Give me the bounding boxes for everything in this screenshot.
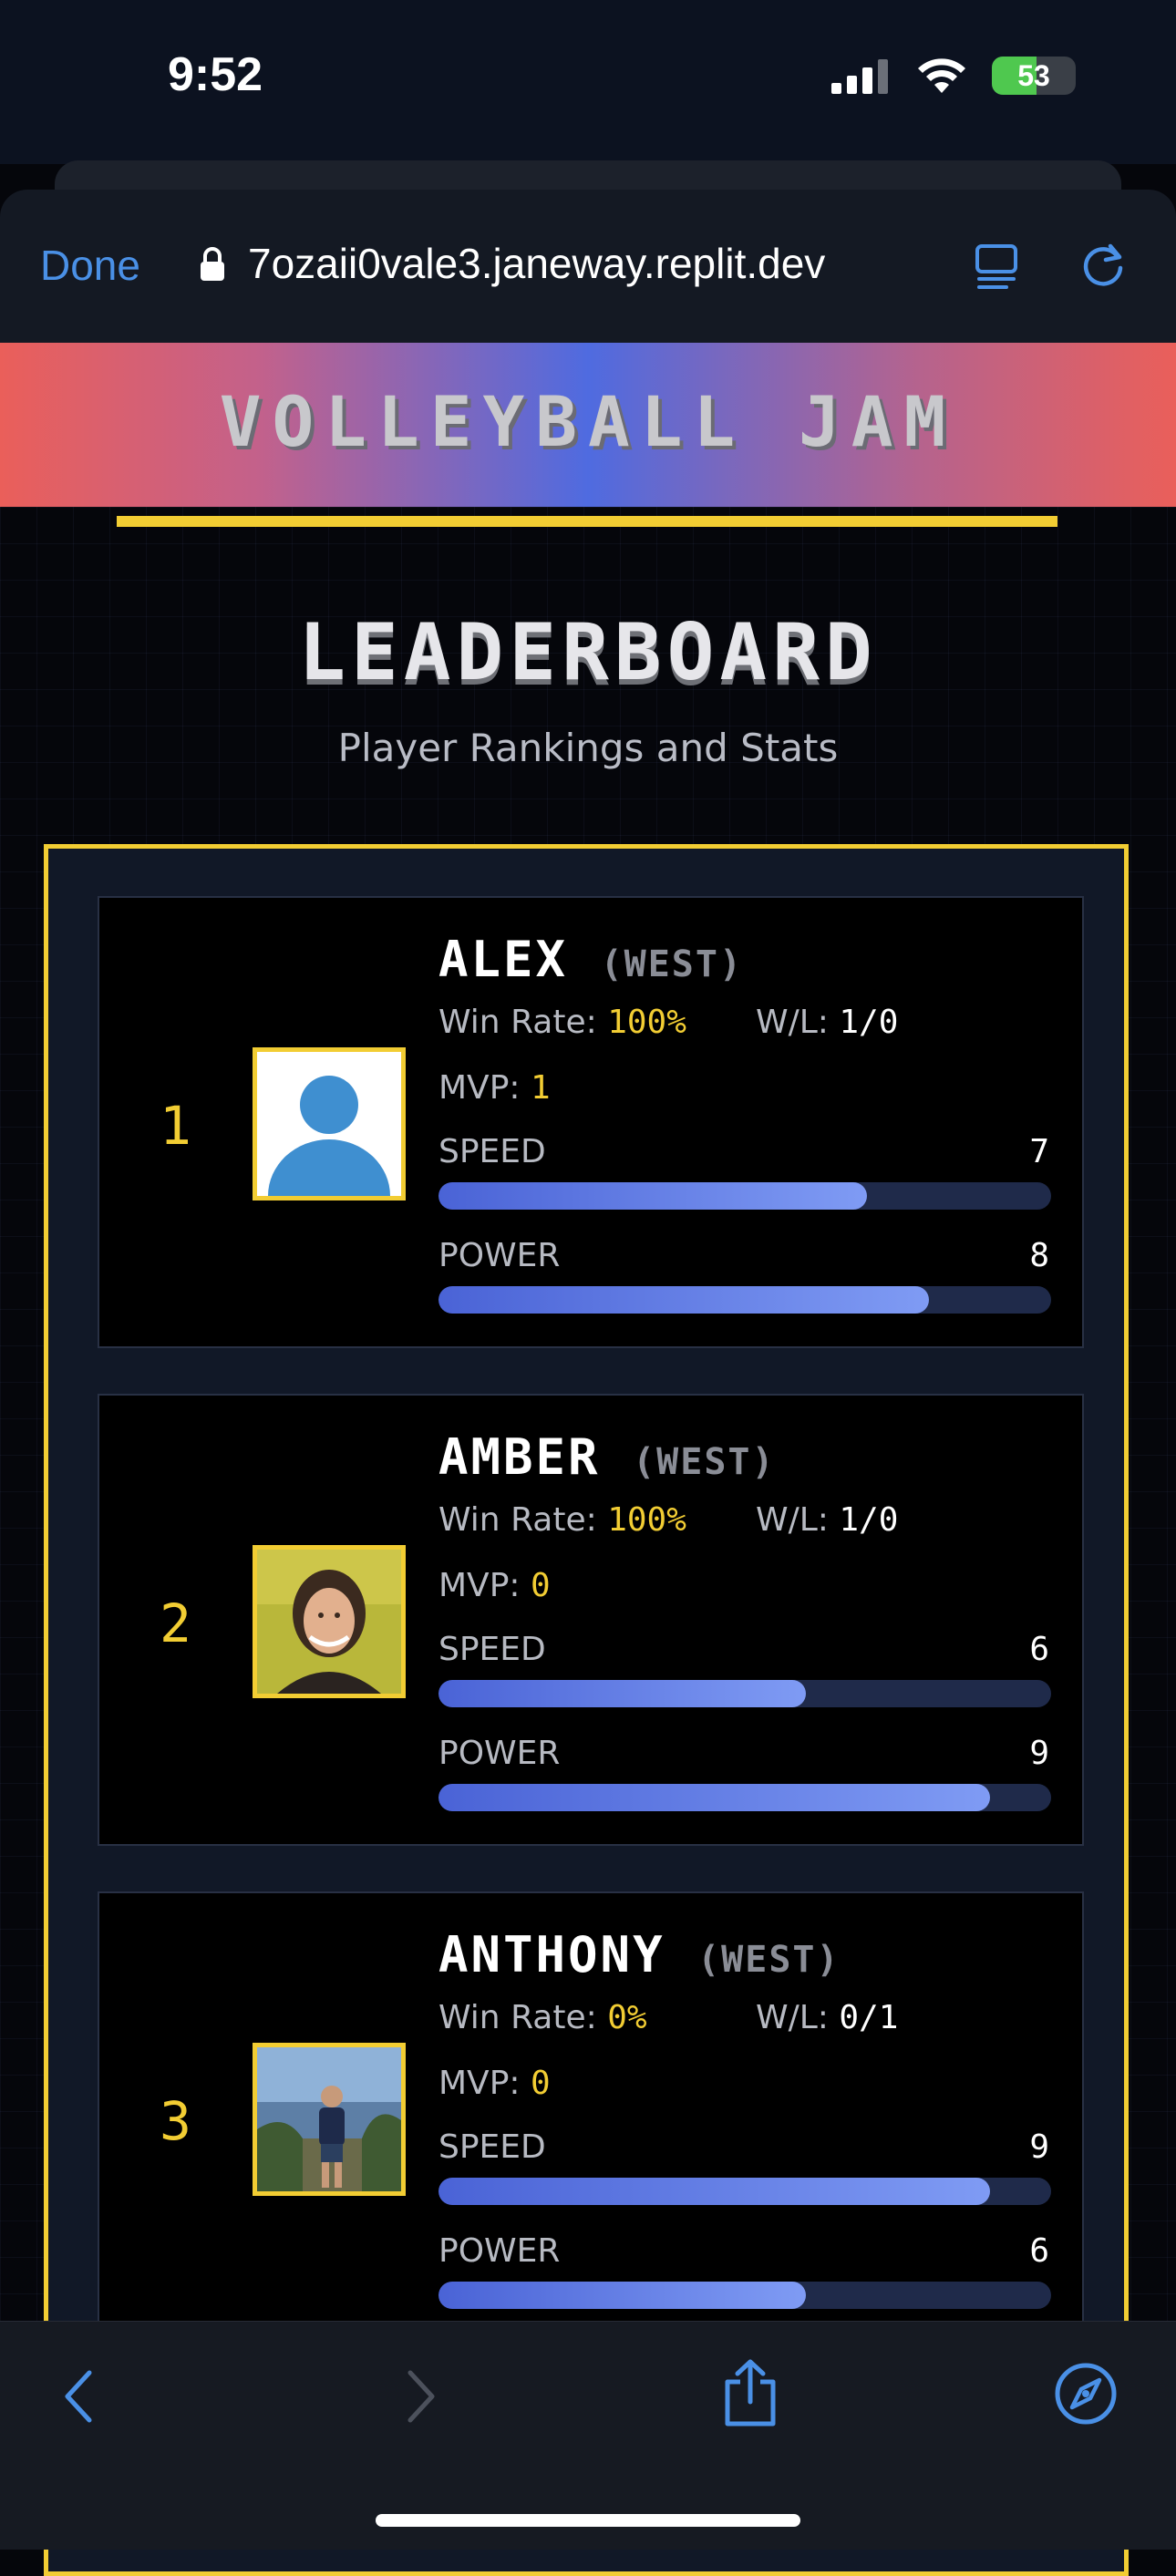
- wl-line: W/L: 1/0: [756, 1501, 898, 1539]
- status-icons: 53: [831, 57, 1076, 95]
- win-rate-line: Win Rate: 100%: [438, 1004, 686, 1041]
- leaderboard-panel: 1 ALEX (WEST) Win Rate: 100% W/L: 1/0 MV…: [44, 844, 1129, 2576]
- player-card[interactable]: 1 ALEX (WEST) Win Rate: 100% W/L: 1/0 MV…: [98, 896, 1084, 1348]
- player-region: (WEST): [600, 943, 744, 985]
- power-bar: [438, 2282, 1051, 2309]
- player-rank: 1: [160, 1095, 191, 1157]
- page-subtitle: Player Rankings and Stats: [337, 726, 839, 770]
- wl-line: W/L: 0/1: [756, 1999, 898, 2036]
- win-rate-label: Win Rate:: [438, 1501, 597, 1539]
- avatar: [253, 1047, 406, 1200]
- forward-icon[interactable]: [397, 2367, 441, 2426]
- mvp-line: MVP: 1: [438, 1069, 551, 1107]
- player-name: ANTHONY (WEST): [438, 1926, 841, 1984]
- power-bar-fill: [438, 2282, 807, 2309]
- wifi-icon: [918, 58, 965, 93]
- page-title: LEADERBOARD: [298, 607, 878, 698]
- mvp-line: MVP: 0: [438, 2065, 551, 2102]
- compass-icon[interactable]: [1054, 2362, 1118, 2426]
- power-label: POWER: [438, 1237, 561, 1274]
- player-region: (WEST): [697, 1939, 841, 1981]
- wl-value: 1/0: [839, 1501, 899, 1539]
- power-bar: [438, 1784, 1051, 1811]
- speed-bar-fill: [438, 1182, 868, 1210]
- lock-icon: [201, 247, 224, 281]
- win-rate-value: 0%: [607, 1999, 647, 2036]
- power-value: 9: [1029, 1735, 1049, 1772]
- wl-value: 1/0: [839, 1004, 899, 1041]
- player-name-text: ANTHONY: [438, 1926, 665, 1984]
- wl-line: W/L: 1/0: [756, 1004, 898, 1041]
- power-bar-fill: [438, 1784, 990, 1811]
- player-name-text: ALEX: [438, 931, 569, 988]
- speed-bar: [438, 1182, 1051, 1210]
- mvp-value: 1: [530, 1069, 551, 1107]
- speed-bar-fill: [438, 2178, 990, 2205]
- mvp-label: MVP:: [438, 2065, 521, 2102]
- mvp-value: 0: [530, 2065, 551, 2102]
- back-icon[interactable]: [58, 2367, 102, 2426]
- player-photo: [257, 2047, 401, 2191]
- player-rank: 3: [160, 2090, 191, 2152]
- power-label: POWER: [438, 2232, 561, 2270]
- player-photo: [257, 1550, 401, 1694]
- default-avatar-icon: [257, 1052, 401, 1196]
- wl-label: W/L:: [756, 1004, 829, 1041]
- player-name: AMBER (WEST): [438, 1428, 776, 1486]
- power-value: 8: [1029, 1237, 1049, 1274]
- win-rate-line: Win Rate: 0%: [438, 1999, 647, 2036]
- battery-level: 53: [1017, 59, 1050, 92]
- win-rate-value: 100%: [607, 1004, 686, 1041]
- done-button[interactable]: Done: [40, 241, 140, 290]
- speed-value: 9: [1029, 2128, 1049, 2166]
- player-card[interactable]: 2 AMBER (WEST) Win Rate: 100% W/L: 1/0 M…: [98, 1394, 1084, 1846]
- speed-bar: [438, 1680, 1051, 1707]
- reload-icon[interactable]: [1078, 239, 1129, 290]
- win-rate-line: Win Rate: 100%: [438, 1501, 686, 1539]
- mvp-label: MVP:: [438, 1567, 521, 1604]
- power-value: 6: [1029, 2232, 1049, 2270]
- speed-value: 7: [1029, 1133, 1049, 1170]
- browser-toolbar: Done 7ozaii0vale3.janeway.replit.dev: [0, 190, 1176, 343]
- banner-underline: [117, 516, 1057, 527]
- banner-title: VOLLEYBALL JAM: [219, 381, 957, 462]
- power-bar-fill: [438, 1286, 929, 1314]
- player-name: ALEX (WEST): [438, 931, 743, 988]
- wl-value: 0/1: [839, 1999, 899, 2036]
- win-rate-value: 100%: [607, 1501, 686, 1539]
- mvp-line: MVP: 0: [438, 1567, 551, 1604]
- speed-label: SPEED: [438, 1631, 546, 1668]
- speed-bar: [438, 2178, 1051, 2205]
- url-field[interactable]: 7ozaii0vale3.janeway.replit.dev: [248, 239, 825, 288]
- speed-bar-fill: [438, 1680, 807, 1707]
- power-bar: [438, 1286, 1051, 1314]
- speed-value: 6: [1029, 1631, 1049, 1668]
- avatar: [253, 1545, 406, 1698]
- wl-label: W/L:: [756, 1999, 829, 2036]
- avatar: [253, 2043, 406, 2196]
- mvp-value: 0: [530, 1567, 551, 1604]
- wl-label: W/L:: [756, 1501, 829, 1539]
- player-name-text: AMBER: [438, 1428, 601, 1486]
- status-time: 9:52: [168, 48, 263, 101]
- speed-label: SPEED: [438, 1133, 546, 1170]
- signal-icon: [831, 59, 888, 94]
- player-region: (WEST): [633, 1441, 776, 1483]
- player-card[interactable]: 3 ANTHONY (WEST) Win Rate: 0% W/L: 0/1 M…: [98, 1891, 1084, 2344]
- status-bar: 9:52 53: [0, 0, 1176, 164]
- reader-mode-icon[interactable]: [974, 242, 1019, 290]
- home-indicator: [376, 2514, 800, 2527]
- win-rate-label: Win Rate:: [438, 1004, 597, 1041]
- power-label: POWER: [438, 1735, 561, 1772]
- win-rate-label: Win Rate:: [438, 1999, 597, 2036]
- battery-icon: 53: [992, 57, 1076, 95]
- app-banner: VOLLEYBALL JAM: [0, 343, 1176, 507]
- mvp-label: MVP:: [438, 1069, 521, 1107]
- player-rank: 2: [160, 1592, 191, 1654]
- speed-label: SPEED: [438, 2128, 546, 2166]
- share-icon[interactable]: [720, 2358, 780, 2427]
